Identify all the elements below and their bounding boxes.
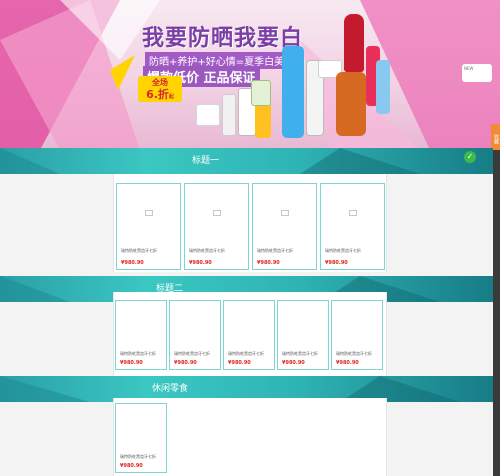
product-red-bottle-icon <box>344 14 364 72</box>
product-image-placeholder <box>170 301 220 345</box>
product-name: 瑞特防蛀黑齿牙七折 <box>120 454 156 459</box>
product-image-placeholder <box>224 301 274 345</box>
check-icon[interactable]: ✓ <box>464 151 476 163</box>
product-card[interactable]: 瑞特防蛀黑齿牙七折 ¥980.90 <box>116 183 181 270</box>
product-name: 瑞特防蛀黑齿牙七折 <box>282 351 318 356</box>
product-box-green-icon <box>251 80 271 106</box>
product-image-placeholder <box>278 301 328 345</box>
image-placeholder-icon <box>348 210 357 216</box>
product-image-placeholder <box>321 184 384 242</box>
badge-small: 起 <box>168 94 174 100</box>
product-name: 瑞特防蛀黑齿牙七折 <box>121 248 157 253</box>
product-image-placeholder <box>116 301 166 345</box>
product-price: ¥980.90 <box>120 463 143 469</box>
product-name: 瑞特防蛀黑齿牙七折 <box>120 351 156 356</box>
badge-big: 6.折 <box>146 88 169 101</box>
product-yellow-tube-icon <box>255 102 271 138</box>
product-price: ¥980.90 <box>189 260 212 266</box>
product-amber-bottle-icon <box>336 72 366 136</box>
section-title-3: 休闲零食 <box>152 384 189 394</box>
product-image-placeholder <box>253 184 316 242</box>
image-placeholder-icon <box>144 210 153 216</box>
product-price: ¥980.90 <box>257 260 280 266</box>
product-card[interactable]: 瑞特防蛀黑齿牙七折 ¥980.90 <box>184 183 249 270</box>
product-image-placeholder <box>332 301 382 345</box>
image-placeholder-icon <box>280 210 289 216</box>
product-image-placeholder <box>117 184 180 242</box>
section-title-1: 标题一 <box>192 156 220 166</box>
right-edge <box>493 150 500 476</box>
product-card[interactable]: 瑞特防蛀黑齿牙七折 ¥980.90 <box>320 183 385 270</box>
product-price: ¥980.90 <box>120 360 143 366</box>
product-card[interactable]: 瑞特防蛀黑齿牙七折 ¥980.90 <box>277 300 329 370</box>
product-price: ¥980.90 <box>228 360 251 366</box>
discount-badge: 全场 6.折起 <box>138 76 182 102</box>
product-card[interactable]: 瑞特防蛀黑齿牙七折 ¥980.90 <box>223 300 275 370</box>
product-tube-icon <box>222 94 236 136</box>
product-card[interactable]: 瑞特防蛀黑齿牙七折 ¥980.90 <box>115 403 167 473</box>
product-name: 瑞特防蛀黑齿牙七折 <box>257 248 293 253</box>
product-name: 瑞特防蛀黑齿牙七折 <box>228 351 264 356</box>
product-name: 瑞特防蛀黑齿牙七折 <box>325 248 361 253</box>
badge-value: 6.折起 <box>138 88 182 104</box>
product-card[interactable]: 瑞特防蛀黑齿牙七折 ¥980.90 <box>169 300 221 370</box>
side-widget[interactable]: NEW <box>462 64 492 82</box>
product-card[interactable]: 瑞特防蛀黑齿牙七折 ¥980.90 <box>115 300 167 370</box>
product-blue-spray-icon <box>376 60 390 114</box>
product-price: ¥980.90 <box>121 260 144 266</box>
product-image-placeholder <box>185 184 248 242</box>
product-card[interactable]: 瑞特防蛀黑齿牙七折 ¥980.90 <box>331 300 383 370</box>
product-price: ¥980.90 <box>336 360 359 366</box>
product-image-placeholder <box>116 404 166 448</box>
product-blue-bottle-icon <box>282 46 304 138</box>
product-name: 瑞特防蛀黑齿牙七折 <box>336 351 372 356</box>
product-name: 瑞特防蛀黑齿牙七折 <box>174 351 210 356</box>
product-price: ¥980.90 <box>325 260 348 266</box>
section-header-decoration <box>0 148 420 174</box>
banner-headline: 我要防晒我要白 <box>142 25 304 51</box>
product-price: ¥980.90 <box>282 360 305 366</box>
product-card[interactable]: 瑞特防蛀黑齿牙七折 ¥980.90 <box>252 183 317 270</box>
product-price: ¥980.90 <box>174 360 197 366</box>
product-name: 瑞特防蛀黑齿牙七折 <box>189 248 225 253</box>
hero-banner[interactable]: 我要防晒我要白 防晒+养护+好心情=夏季白美人 爆款低价 正品保证 全场 6.折… <box>0 0 500 150</box>
image-placeholder-icon <box>212 210 221 216</box>
badge-label: 全场 <box>152 78 168 87</box>
product-jar-icon <box>196 104 220 126</box>
section-header-1: 标题一 <box>0 148 493 174</box>
